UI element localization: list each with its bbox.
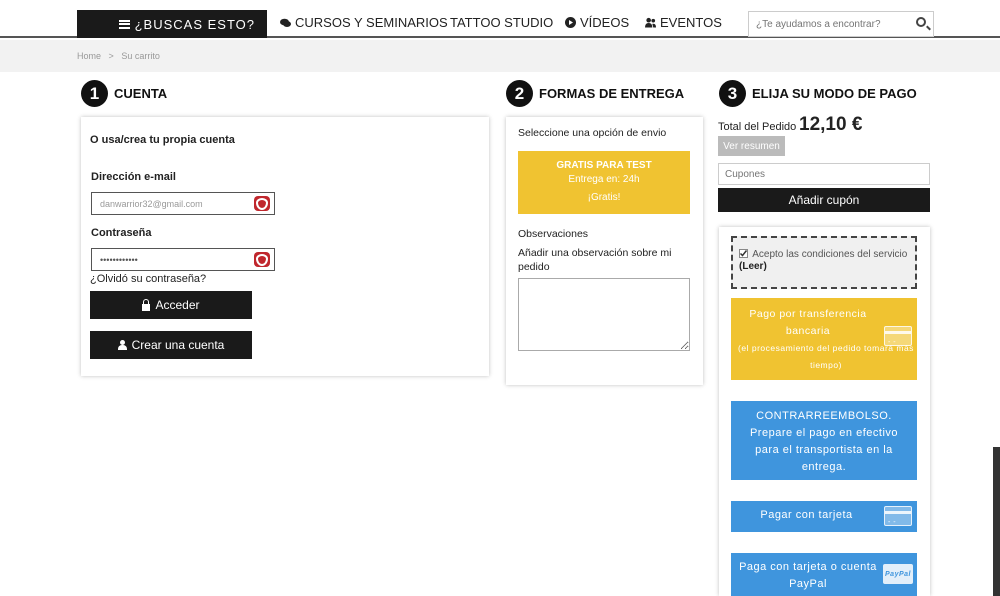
top-navbar: ¿BUSCAS ESTO? CURSOS Y SEMINARIOS TATTOO… [0, 0, 1000, 38]
breadcrumb-current: Su carrito [121, 51, 160, 61]
nav-label: CURSOS Y SEMINARIOS [295, 15, 448, 30]
view-summary-button[interactable]: Ver resumen [718, 136, 785, 156]
search-icon[interactable] [916, 17, 926, 27]
delivery-prompt: Seleccione una opción de envio [518, 127, 667, 139]
payment-paypal-option[interactable]: Paga con tarjeta o cuenta PayPal PayPal [731, 553, 917, 596]
terms-text: Acepto las condiciones del servicio [752, 249, 908, 260]
email-label: Dirección e-mail [91, 171, 176, 183]
create-account-label: Crear una cuenta [131, 338, 225, 352]
delivery-option[interactable]: GRATIS PARA TEST Entrega en: 24h ¡Gratis… [518, 151, 690, 214]
observations-label: Observaciones [518, 228, 589, 240]
scrollbar[interactable] [993, 447, 1000, 596]
nav-videos[interactable]: VÍDEOS [565, 15, 629, 30]
add-coupon-button[interactable]: Añadir cupón [718, 188, 930, 212]
create-account-button[interactable]: Crear una cuenta [90, 331, 252, 359]
credit-card-icon [884, 326, 912, 351]
nav-cursos[interactable]: CURSOS Y SEMINARIOS [280, 15, 448, 30]
payment-transfer-option[interactable]: Pago por transferencia bancaria (el proc… [731, 298, 917, 380]
delivery-option-price: ¡Gratis! [587, 192, 621, 203]
terms-checkbox[interactable] [739, 249, 748, 258]
menu-label: ¿BUSCAS ESTO? [134, 16, 255, 32]
nav-label: VÍDEOS [580, 15, 630, 30]
paypal-icon: PayPal [883, 564, 913, 584]
order-total-value: 12,10 € [799, 114, 863, 135]
nav-eventos[interactable]: EVENTOS [645, 15, 722, 30]
breadcrumb-separator: > [108, 51, 114, 61]
payment-methods-panel: Acepto las condiciones del servicio (Lee… [719, 227, 930, 596]
hamburger-icon [118, 19, 130, 29]
step-delivery-heading: 2 FORMAS DE ENTREGA [506, 80, 684, 107]
delivery-option-title: GRATIS PARA TEST [556, 160, 652, 171]
search-box [748, 11, 934, 37]
password-manager-icon[interactable] [254, 196, 270, 211]
step-number: 1 [81, 80, 108, 107]
transfer-title: Pago por transferencia bancaria [749, 308, 867, 337]
step-title: FORMAS DE ENTREGA [539, 86, 685, 101]
step-account-heading: 1 CUENTA [81, 80, 167, 107]
play-icon [565, 17, 576, 28]
step-title: ELIJA SU MODO DE PAGO [752, 86, 917, 101]
breadcrumb-home[interactable]: Home [77, 51, 101, 61]
comments-icon [280, 17, 291, 28]
terms-box: Acepto las condiciones del servicio (Lee… [731, 236, 917, 289]
nav-tattoo-studio[interactable]: TATTOO STUDIO [450, 15, 553, 30]
cod-text: CONTRARREEMBOLSO. Prepare el pago en efe… [749, 410, 899, 473]
observations-hint: Añadir una observación sobre mi pedido [518, 247, 672, 273]
search-input[interactable] [756, 18, 906, 30]
user-icon [117, 340, 127, 350]
step-payment-heading: 3 ELIJA SU MODO DE PAGO [719, 80, 917, 107]
lock-icon [142, 298, 151, 311]
password-manager-icon[interactable] [254, 252, 270, 267]
password-field[interactable]: •••••••••••• [91, 248, 275, 271]
credit-card-icon [884, 506, 912, 531]
email-field[interactable]: danwarrior32@gmail.com [91, 192, 275, 215]
coupon-input[interactable] [725, 168, 920, 180]
account-subtitle: O usa/crea tu propia cuenta [90, 134, 235, 146]
nav-label: TATTOO STUDIO [450, 15, 554, 30]
forgot-password-link[interactable]: ¿Olvidó su contraseña? [90, 273, 206, 285]
nav-label: EVENTOS [660, 15, 722, 30]
step-number: 2 [506, 80, 533, 107]
order-total-label: Total del Pedido [718, 121, 797, 133]
step-title: CUENTA [114, 86, 168, 101]
payment-cod-option[interactable]: CONTRARREEMBOLSO. Prepare el pago en efe… [731, 401, 917, 480]
step-number: 3 [719, 80, 746, 107]
password-label: Contraseña [91, 227, 152, 239]
delivery-option-eta: Entrega en: 24h [568, 174, 640, 185]
payment-card-option[interactable]: Pagar con tarjeta [731, 501, 917, 532]
breadcrumb: Home > Su carrito [77, 51, 165, 61]
email-value: danwarrior32@gmail.com [100, 198, 203, 209]
card-text: Pagar con tarjeta [760, 509, 853, 521]
users-icon [645, 17, 656, 28]
password-value: •••••••••••• [100, 254, 138, 265]
login-button-label: Acceder [155, 298, 200, 312]
terms-link[interactable]: (Leer) [739, 261, 767, 272]
account-panel: O usa/crea tu propia cuenta Dirección e-… [81, 117, 489, 376]
login-button[interactable]: Acceder [90, 291, 252, 319]
paypal-text: Paga con tarjeta o cuenta PayPal [739, 561, 877, 590]
menu-button[interactable]: ¿BUSCAS ESTO? [77, 10, 267, 38]
observations-textarea[interactable] [518, 278, 690, 351]
coupon-field [718, 163, 930, 185]
delivery-panel: Seleccione una opción de envio GRATIS PA… [506, 117, 703, 385]
breadcrumb-bar: Home > Su carrito [0, 40, 1000, 72]
add-coupon-label: Añadir cupón [788, 193, 860, 207]
